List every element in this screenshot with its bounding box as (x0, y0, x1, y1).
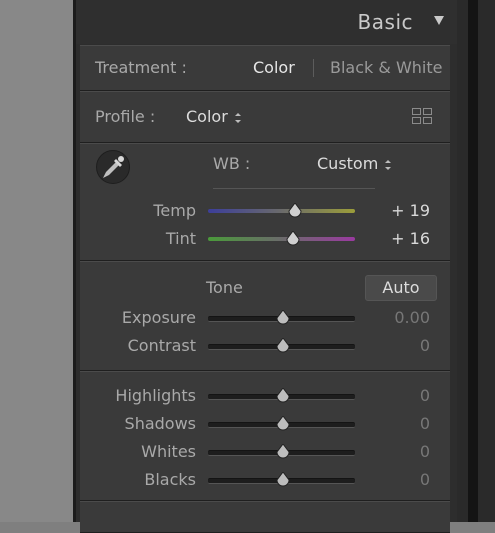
treatment-color-option[interactable]: Color (253, 58, 295, 77)
highlights-label: Highlights (115, 386, 196, 405)
shadows-slider-thumb[interactable] (276, 416, 290, 432)
exposure-label: Exposure (121, 308, 196, 327)
exposure-value[interactable]: 0.00 (382, 308, 430, 327)
profile-browser-grid-icon[interactable] (412, 108, 432, 124)
tint-slider-track[interactable] (208, 237, 355, 241)
tint-slider-thumb[interactable] (286, 231, 300, 247)
treatment-label: Treatment : (95, 58, 187, 77)
tone-label: Tone (206, 278, 243, 297)
tone-auto-button[interactable]: Auto (365, 275, 437, 301)
contrast-value[interactable]: 0 (382, 336, 430, 355)
highlights-value[interactable]: 0 (382, 386, 430, 405)
whites-slider-thumb[interactable] (276, 444, 290, 460)
profile-row: Profile : Color (80, 91, 450, 143)
profile-dropdown[interactable]: Color (186, 107, 242, 126)
whites-value[interactable]: 0 (382, 442, 430, 461)
spinner-arrows-icon (234, 112, 242, 123)
treatment-row: Treatment : Color Black & White (80, 45, 450, 91)
shadows-label: Shadows (124, 414, 196, 433)
treatment-bw-option[interactable]: Black & White (330, 58, 442, 77)
profile-value: Color (186, 107, 228, 126)
blacks-label: Blacks (144, 470, 196, 489)
tone-range-section: Highlights 0 Shadows 0 Whites 0 Blacks 0 (80, 371, 450, 501)
eyedropper-icon[interactable] (96, 150, 130, 184)
wb-value: Custom (317, 154, 379, 173)
temp-slider-thumb[interactable] (288, 203, 302, 219)
wb-label: WB : (213, 154, 251, 173)
spinner-arrows-icon (384, 159, 392, 170)
temp-value[interactable]: + 19 (382, 201, 430, 220)
temp-label: Temp (153, 201, 196, 220)
contrast-label: Contrast (127, 336, 196, 355)
left-panel-edge (0, 0, 73, 522)
highlights-slider-thumb[interactable] (276, 388, 290, 404)
blacks-slider-thumb[interactable] (276, 472, 290, 488)
contrast-slider-thumb[interactable] (276, 338, 290, 354)
tone-section: Tone Auto Exposure 0.00 Contrast 0 (80, 261, 450, 371)
exposure-slider-thumb[interactable] (276, 310, 290, 326)
treatment-divider (313, 59, 314, 77)
wb-divider (213, 188, 375, 189)
basic-panel-header[interactable]: Basic (76, 0, 457, 44)
panel-title: Basic (357, 10, 413, 34)
temp-slider-track[interactable] (208, 209, 355, 213)
blacks-value[interactable]: 0 (382, 470, 430, 489)
wb-dropdown[interactable]: Custom (317, 154, 392, 173)
tint-label: Tint (165, 229, 196, 248)
presence-section (80, 501, 450, 533)
profile-label: Profile : (95, 107, 156, 126)
tint-value[interactable]: + 16 (382, 229, 430, 248)
collapse-triangle-icon[interactable] (434, 16, 444, 25)
whites-label: Whites (141, 442, 196, 461)
white-balance-section: WB : Custom Temp + 19 Tint + 16 (80, 143, 450, 261)
shadows-value[interactable]: 0 (382, 414, 430, 433)
panel-scrollbar[interactable] (468, 0, 478, 522)
